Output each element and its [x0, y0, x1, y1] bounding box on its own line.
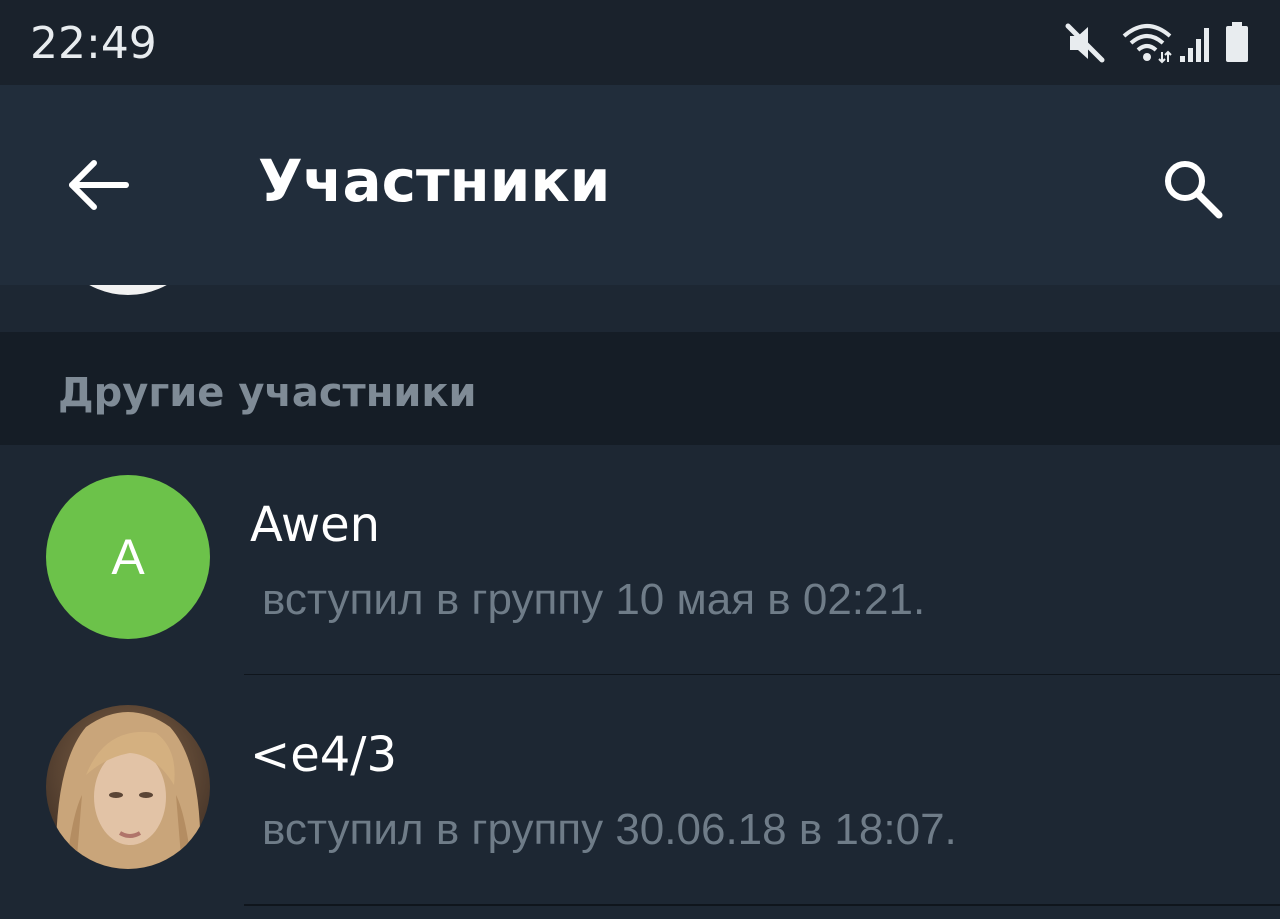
avatar — [48, 285, 208, 295]
wifi-icon — [1120, 20, 1174, 66]
search-button[interactable] — [1155, 153, 1235, 223]
status-time: 22:49 — [30, 18, 157, 69]
avatar-letter: A — [111, 529, 145, 585]
signal-icon — [1178, 20, 1214, 66]
avatar-photo — [46, 705, 210, 869]
app-bar: Участники — [0, 85, 1280, 285]
member-row[interactable]: A Awen вступил в группу 10 мая в 02:21. — [0, 445, 1280, 675]
divider — [244, 904, 1280, 906]
battery-icon — [1224, 20, 1250, 66]
section-title: Другие участники — [58, 370, 477, 416]
partial-member-row[interactable] — [0, 285, 1280, 332]
member-status: вступил в группу 10 мая в 02:21. — [262, 575, 926, 624]
mute-icon — [1062, 20, 1110, 66]
section-header: Другие участники — [0, 332, 1280, 445]
search-icon — [1165, 161, 1223, 219]
member-row[interactable]: <e4/3 вступил в группу 30.06.18 в 18:07. — [0, 675, 1280, 905]
back-button[interactable] — [60, 155, 140, 215]
back-arrow-icon — [69, 160, 129, 210]
member-status: вступил в группу 30.06.18 в 18:07. — [262, 805, 957, 854]
member-name: Awen — [250, 497, 381, 553]
avatar: A — [46, 475, 210, 639]
status-icons — [1062, 20, 1250, 66]
page-title: Участники — [258, 147, 611, 215]
status-bar: 22:49 — [0, 0, 1280, 85]
screen: 22:49 Участники Другие участники A Awen … — [0, 0, 1280, 919]
member-name: <e4/3 — [250, 727, 397, 783]
